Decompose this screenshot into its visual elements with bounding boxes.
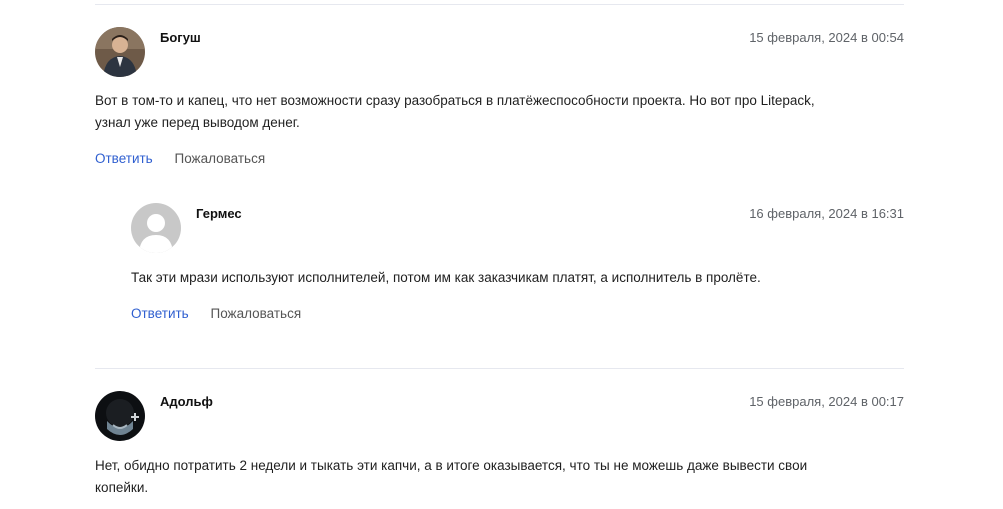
- thread-divider: [95, 368, 904, 369]
- default-user-avatar-icon[interactable]: [131, 203, 181, 253]
- comment-text-line-2: узнал уже перед выводом денег.: [95, 115, 300, 130]
- report-link[interactable]: Пожаловаться: [174, 151, 265, 166]
- reply-link[interactable]: Ответить: [95, 151, 153, 166]
- comment-text-line-1: Нет, обидно потратить 2 недели и тыкать …: [95, 458, 808, 473]
- comment-actions: Ответить Пожаловаться: [95, 151, 265, 166]
- comment-actions: Ответить Пожаловаться: [131, 306, 301, 321]
- comment-text-line-2: копейки.: [95, 480, 149, 495]
- comment-date: 16 февраля, 2024 в 16:31: [749, 206, 904, 221]
- comment-date: 15 февраля, 2024 в 00:54: [749, 30, 904, 45]
- comment-bogush: Богуш 15 февраля, 2024 в 00:54 Вот в том…: [95, 27, 904, 172]
- comment-germes: Гермес 16 февраля, 2024 в 16:31 Так эти …: [131, 203, 904, 323]
- comment-author: Адольф: [160, 394, 213, 409]
- comment-author: Гермес: [196, 206, 242, 221]
- avatar[interactable]: [95, 391, 145, 441]
- comment-author: Богуш: [160, 30, 201, 45]
- comment-text-line-1: Так эти мрази используют исполнителей, п…: [131, 270, 761, 285]
- top-divider: [95, 4, 904, 5]
- comment-adolf: Адольф 15 февраля, 2024 в 00:17 Нет, оби…: [95, 391, 904, 509]
- report-link[interactable]: Пожаловаться: [210, 306, 301, 321]
- comment-text-line-1: Вот в том-то и капец, что нет возможност…: [95, 93, 815, 108]
- reply-link[interactable]: Ответить: [131, 306, 189, 321]
- avatar[interactable]: [95, 27, 145, 77]
- comment-date: 15 февраля, 2024 в 00:17: [749, 394, 904, 409]
